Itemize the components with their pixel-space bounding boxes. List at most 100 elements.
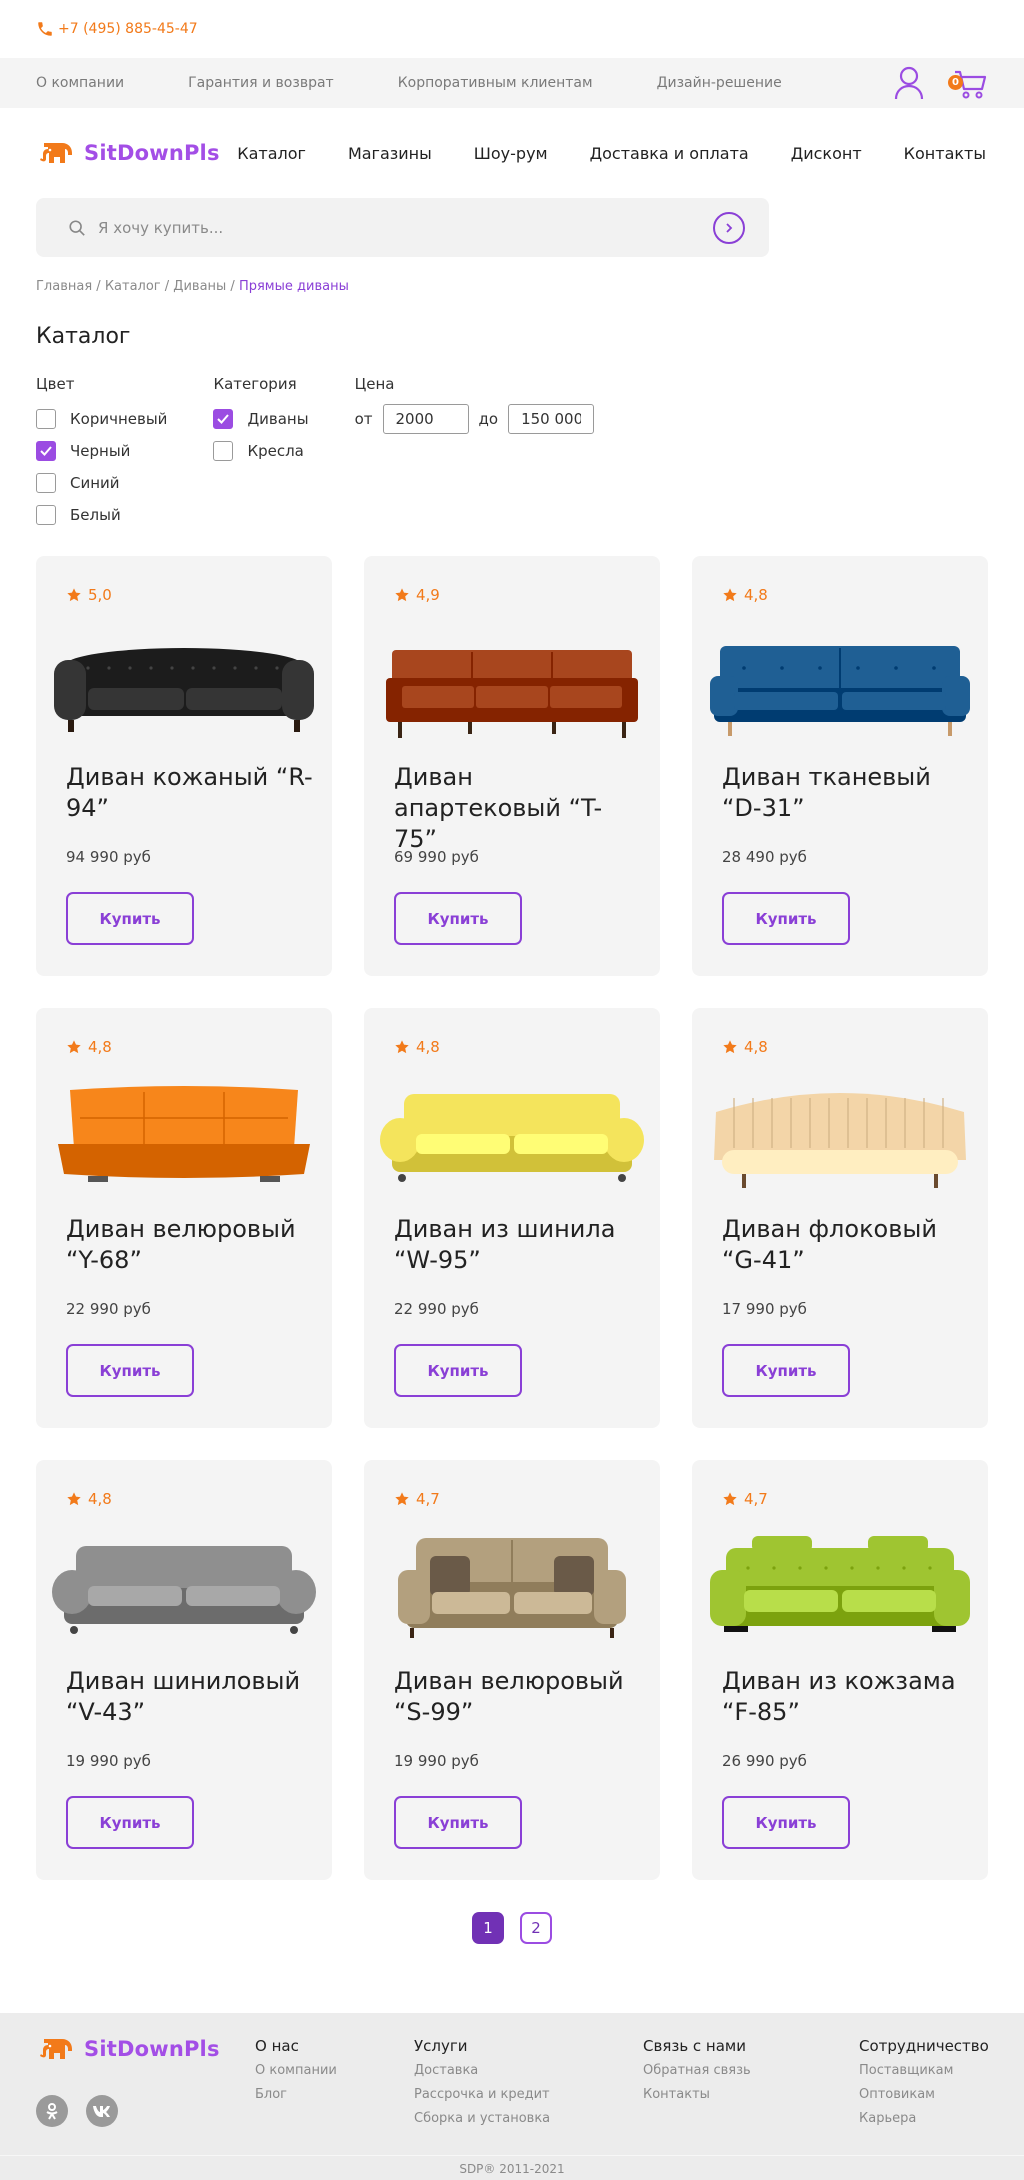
filter-option-label: Кресла <box>247 442 304 460</box>
rating: 4,8 <box>66 1490 112 1508</box>
subnav-link-design[interactable]: Дизайн-решение <box>657 75 782 91</box>
nav-shops[interactable]: Магазины <box>348 144 432 163</box>
breadcrumb-home[interactable]: Главная <box>36 279 92 294</box>
product-card[interactable]: 4,8 Диван флоковый “G-41” 17 990 руб Куп… <box>692 1008 988 1428</box>
copyright: SDP® 2011-2021 <box>0 2155 1024 2180</box>
footer-link[interactable]: Карьера <box>859 2107 989 2131</box>
rating: 4,7 <box>722 1490 768 1508</box>
product-price: 19 990 руб <box>66 1752 151 1770</box>
buy-button[interactable]: Купить <box>394 1344 522 1397</box>
rating: 4,9 <box>394 586 440 604</box>
nav-showroom[interactable]: Шоу-рум <box>474 144 548 163</box>
footer-link[interactable]: Сборка и установка <box>414 2107 550 2131</box>
footer-logo[interactable]: SitDownPls <box>36 2035 220 2063</box>
logo[interactable]: SitDownPls <box>36 139 220 167</box>
nav-catalog[interactable]: Каталог <box>237 144 306 163</box>
product-price: 19 990 руб <box>394 1752 479 1770</box>
filter-option-white[interactable]: Белый <box>36 499 167 531</box>
buy-button[interactable]: Купить <box>394 892 522 945</box>
breadcrumb-catalog[interactable]: Каталог <box>105 279 161 294</box>
checkbox-checked[interactable] <box>213 409 234 429</box>
footer-link[interactable]: Блог <box>255 2083 337 2107</box>
product-card[interactable]: 4,9 Диван апартековый “T-75” 69 990 руб … <box>364 556 660 976</box>
footer-link[interactable]: Поставщикам <box>859 2059 989 2083</box>
sofa-image <box>710 1536 970 1632</box>
nav-delivery[interactable]: Доставка и оплата <box>590 144 749 163</box>
cart-button[interactable]: 0 <box>948 66 988 100</box>
footer-link[interactable]: Доставка <box>414 2059 550 2083</box>
checkbox-checked[interactable] <box>36 441 56 461</box>
filter-price: Цена от до <box>354 375 595 515</box>
buy-button[interactable]: Купить <box>722 892 850 945</box>
breadcrumb-separator: / <box>92 279 105 294</box>
nav-contacts[interactable]: Контакты <box>904 144 986 163</box>
product-name[interactable]: Диван велюровый “S-99” <box>394 1666 644 1728</box>
product-card[interactable]: 4,8 Диван шиниловый “V-43” 19 990 руб Ку… <box>36 1460 332 1880</box>
footer-logo-text: SitDownPls <box>84 2037 220 2061</box>
price-to-input[interactable] <box>508 404 595 434</box>
price-from-input[interactable] <box>382 404 469 434</box>
buy-button[interactable]: Купить <box>66 1344 194 1397</box>
sofa-image <box>380 1094 644 1182</box>
search-submit-button[interactable] <box>713 211 745 244</box>
user-icon[interactable] <box>894 66 924 100</box>
checkbox[interactable] <box>36 473 56 493</box>
footer-link[interactable]: О компании <box>255 2059 337 2083</box>
rating-value: 4,7 <box>744 1490 768 1508</box>
product-name[interactable]: Диван шиниловый “V-43” <box>66 1666 316 1728</box>
subnav-link-about[interactable]: О компании <box>36 75 124 91</box>
buy-button[interactable]: Купить <box>394 1796 522 1849</box>
checkbox[interactable] <box>213 441 234 461</box>
product-name[interactable]: Диван из кожзама “F-85” <box>722 1666 972 1728</box>
rating: 4,8 <box>66 1038 112 1056</box>
filter-option-blue[interactable]: Синий <box>36 467 167 499</box>
buy-button[interactable]: Купить <box>66 1796 194 1849</box>
nav-discount[interactable]: Дисконт <box>791 144 862 163</box>
page-1-button[interactable]: 1 <box>472 1912 504 1944</box>
footer-link[interactable]: Обратная связь <box>643 2059 751 2083</box>
filter-option-black[interactable]: Черный <box>36 435 167 467</box>
product-card[interactable]: 5,0 Диван кожаный “R-94” 94 990 руб Купи… <box>36 556 332 976</box>
buy-button[interactable]: Купить <box>722 1344 850 1397</box>
product-card[interactable]: 4,8 Диван тканевый “D-31” 28 490 руб Куп… <box>692 556 988 976</box>
breadcrumb-sofas[interactable]: Диваны <box>173 279 226 294</box>
buy-button[interactable]: Купить <box>66 892 194 945</box>
footer-link[interactable]: Оптовикам <box>859 2083 989 2107</box>
check-icon <box>40 446 52 456</box>
filter-price-title: Цена <box>354 375 395 393</box>
footer-link[interactable]: Контакты <box>643 2083 751 2107</box>
checkbox[interactable] <box>36 505 56 525</box>
filter-option-sofas[interactable]: Диваны <box>213 403 309 435</box>
product-name[interactable]: Диван из шинила “W-95” <box>394 1214 644 1276</box>
page-2-button[interactable]: 2 <box>520 1912 552 1944</box>
checkbox[interactable] <box>36 409 56 429</box>
product-name[interactable]: Диван флоковый “G-41” <box>722 1214 972 1276</box>
phone-icon <box>38 22 52 36</box>
subnav-link-corporate[interactable]: Корпоративным клиентам <box>398 75 593 91</box>
filter-option-armchairs[interactable]: Кресла <box>213 435 308 467</box>
product-name[interactable]: Диван кожаный “R-94” <box>66 762 316 824</box>
product-card[interactable]: 4,8 Диван из шинила “W-95” 22 990 руб Ку… <box>364 1008 660 1428</box>
search-input[interactable] <box>98 218 713 237</box>
product-card[interactable]: 4,8 Диван велюровый “Y-68” 22 990 руб Ку… <box>36 1008 332 1428</box>
product-card[interactable]: 4,7 Диван из кожзама “F-85” 26 990 руб К… <box>692 1460 988 1880</box>
search-bar <box>36 198 769 257</box>
sofa-image <box>714 1093 966 1188</box>
footer-link[interactable]: Рассрочка и кредит <box>414 2083 550 2107</box>
odnoklassniki-icon[interactable] <box>36 2095 68 2127</box>
sofa-image <box>52 1546 316 1634</box>
vk-icon[interactable] <box>86 2095 118 2127</box>
buy-button[interactable]: Купить <box>722 1796 850 1849</box>
product-name[interactable]: Диван велюровый “Y-68” <box>66 1214 316 1276</box>
sofa-image <box>54 648 314 732</box>
cart-count-badge: 0 <box>948 75 963 90</box>
phone-link[interactable]: +7 (495) 885-45-47 <box>36 20 198 38</box>
search-icon <box>69 219 85 236</box>
sofa-image <box>710 646 970 736</box>
breadcrumb-separator: / <box>160 279 174 294</box>
product-card[interactable]: 4,7 Диван велюровый “S-99” 19 990 руб Ку… <box>364 1460 660 1880</box>
subnav-link-warranty[interactable]: Гарантия и возврат <box>188 75 334 91</box>
product-name[interactable]: Диван тканевый “D-31” <box>722 762 972 824</box>
product-name[interactable]: Диван апартековый “T-75” <box>394 762 644 855</box>
filter-option-brown[interactable]: Коричневый <box>36 403 167 435</box>
